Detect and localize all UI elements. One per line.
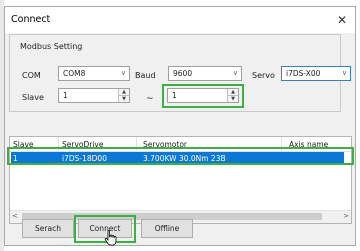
slave-from-spinner[interactable]: 1 ▲ ▼ bbox=[58, 88, 130, 103]
range-separator: ~ bbox=[146, 94, 154, 104]
dialog-title: Connect bbox=[11, 14, 51, 25]
chevron-down-icon: ∨ bbox=[341, 69, 347, 77]
modbus-setting-label: Modbus Setting bbox=[19, 42, 84, 51]
com-value: COM8 bbox=[63, 69, 86, 78]
baud-select[interactable]: 9600 ∨ bbox=[168, 66, 242, 81]
servo-value: i7DS-X00 bbox=[286, 69, 321, 78]
slave-to-spinner[interactable]: 1 ▲ ▼ bbox=[167, 88, 239, 103]
scroll-left-icon[interactable]: < bbox=[12, 212, 18, 220]
com-select[interactable]: COM8 ∨ bbox=[58, 66, 130, 81]
hand-cursor-icon bbox=[104, 230, 117, 246]
com-label: COM bbox=[22, 71, 41, 80]
spin-down-icon[interactable]: ▼ bbox=[119, 95, 129, 102]
title-bar: Connect ✕ bbox=[5, 7, 355, 33]
baud-label: Baud bbox=[135, 71, 156, 80]
close-icon[interactable]: ✕ bbox=[331, 9, 353, 31]
slave-label: Slave bbox=[22, 93, 44, 102]
chevron-down-icon: ∨ bbox=[232, 69, 238, 77]
spinner-buttons[interactable]: ▲ ▼ bbox=[227, 89, 238, 102]
spin-down-icon[interactable]: ▼ bbox=[228, 95, 238, 102]
row-highlight bbox=[7, 147, 354, 165]
slave-from-value: 1 bbox=[63, 91, 68, 100]
chevron-down-icon: ∨ bbox=[120, 69, 126, 77]
slave-to-value: 1 bbox=[172, 91, 177, 100]
spinner-buttons[interactable]: ▲ ▼ bbox=[118, 89, 129, 102]
scroll-right-icon[interactable]: > bbox=[343, 212, 349, 220]
servo-select[interactable]: i7DS-X00 ∨ bbox=[281, 66, 351, 81]
servo-label: Servo bbox=[252, 71, 275, 80]
offline-button[interactable]: Offline bbox=[141, 219, 193, 238]
search-button[interactable]: Serach bbox=[22, 219, 74, 238]
baud-value: 9600 bbox=[173, 69, 193, 78]
